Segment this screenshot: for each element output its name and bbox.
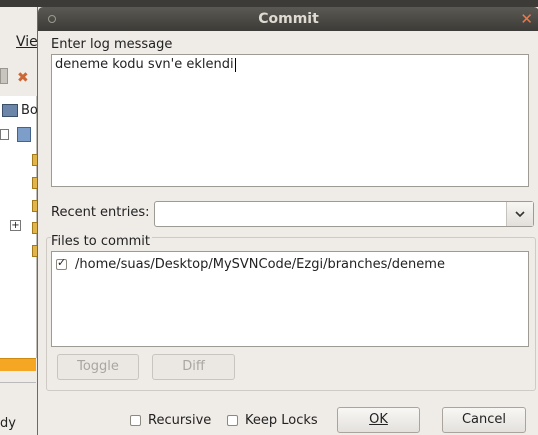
file-checkbox[interactable] — [56, 256, 67, 270]
ok-button[interactable]: OK — [337, 407, 420, 433]
expand-icon[interactable]: + — [10, 220, 21, 231]
recursive-label: Recursive — [148, 413, 212, 428]
toolbar-icon[interactable] — [0, 68, 8, 84]
tree-root-label[interactable]: Bo — [21, 103, 38, 118]
list-item[interactable]: /home/suas/Desktop/MySVNCode/Ezgi/branch… — [56, 256, 445, 272]
close-icon[interactable]: ✕ — [520, 10, 533, 28]
title-bar[interactable]: Commit ✕ — [38, 7, 538, 31]
ok-button-label: OK — [369, 412, 388, 427]
menu-view[interactable]: Vie — [16, 34, 38, 50]
commit-dialog: Commit ✕ Enter log message deneme kodu s… — [37, 7, 538, 435]
recursive-checkbox[interactable] — [130, 415, 141, 426]
log-message-text: deneme kodu svn'e eklendi — [55, 57, 234, 72]
top-panel — [0, 0, 538, 7]
cancel-button-label: Cancel — [461, 412, 507, 427]
log-message-input[interactable]: deneme kodu svn'e eklendi — [51, 54, 529, 187]
collapse-icon[interactable] — [0, 129, 9, 140]
log-message-label: Enter log message — [51, 37, 173, 52]
keep-locks-checkbox[interactable] — [227, 415, 238, 426]
recursive-option[interactable]: Recursive — [130, 413, 211, 428]
progress-bar — [0, 358, 36, 371]
recent-entries-label: Recent entries: — [51, 205, 150, 220]
keep-locks-option[interactable]: Keep Locks — [227, 413, 318, 428]
status-text: dy — [0, 416, 16, 431]
dropdown-button[interactable] — [506, 202, 533, 226]
diff-button[interactable]: Diff — [152, 354, 235, 380]
toggle-button[interactable]: Toggle — [57, 354, 139, 380]
text-caret — [234, 57, 236, 72]
files-to-commit-label: Files to commit — [51, 234, 152, 249]
recent-entries-combo[interactable] — [154, 201, 534, 227]
cancel-button[interactable]: Cancel — [442, 407, 526, 433]
chevron-down-icon — [515, 211, 525, 218]
delete-icon[interactable]: ✖ — [17, 70, 29, 86]
computer-icon — [2, 104, 18, 117]
keep-locks-label: Keep Locks — [245, 413, 318, 428]
background-window: Vie ✖ Bo + dy — [0, 0, 538, 435]
files-list[interactable]: /home/suas/Desktop/MySVNCode/Ezgi/branch… — [51, 251, 529, 347]
repository-icon — [17, 127, 31, 142]
dialog-title: Commit — [258, 11, 319, 27]
file-path: /home/suas/Desktop/MySVNCode/Ezgi/branch… — [75, 257, 445, 272]
divider — [0, 382, 36, 383]
